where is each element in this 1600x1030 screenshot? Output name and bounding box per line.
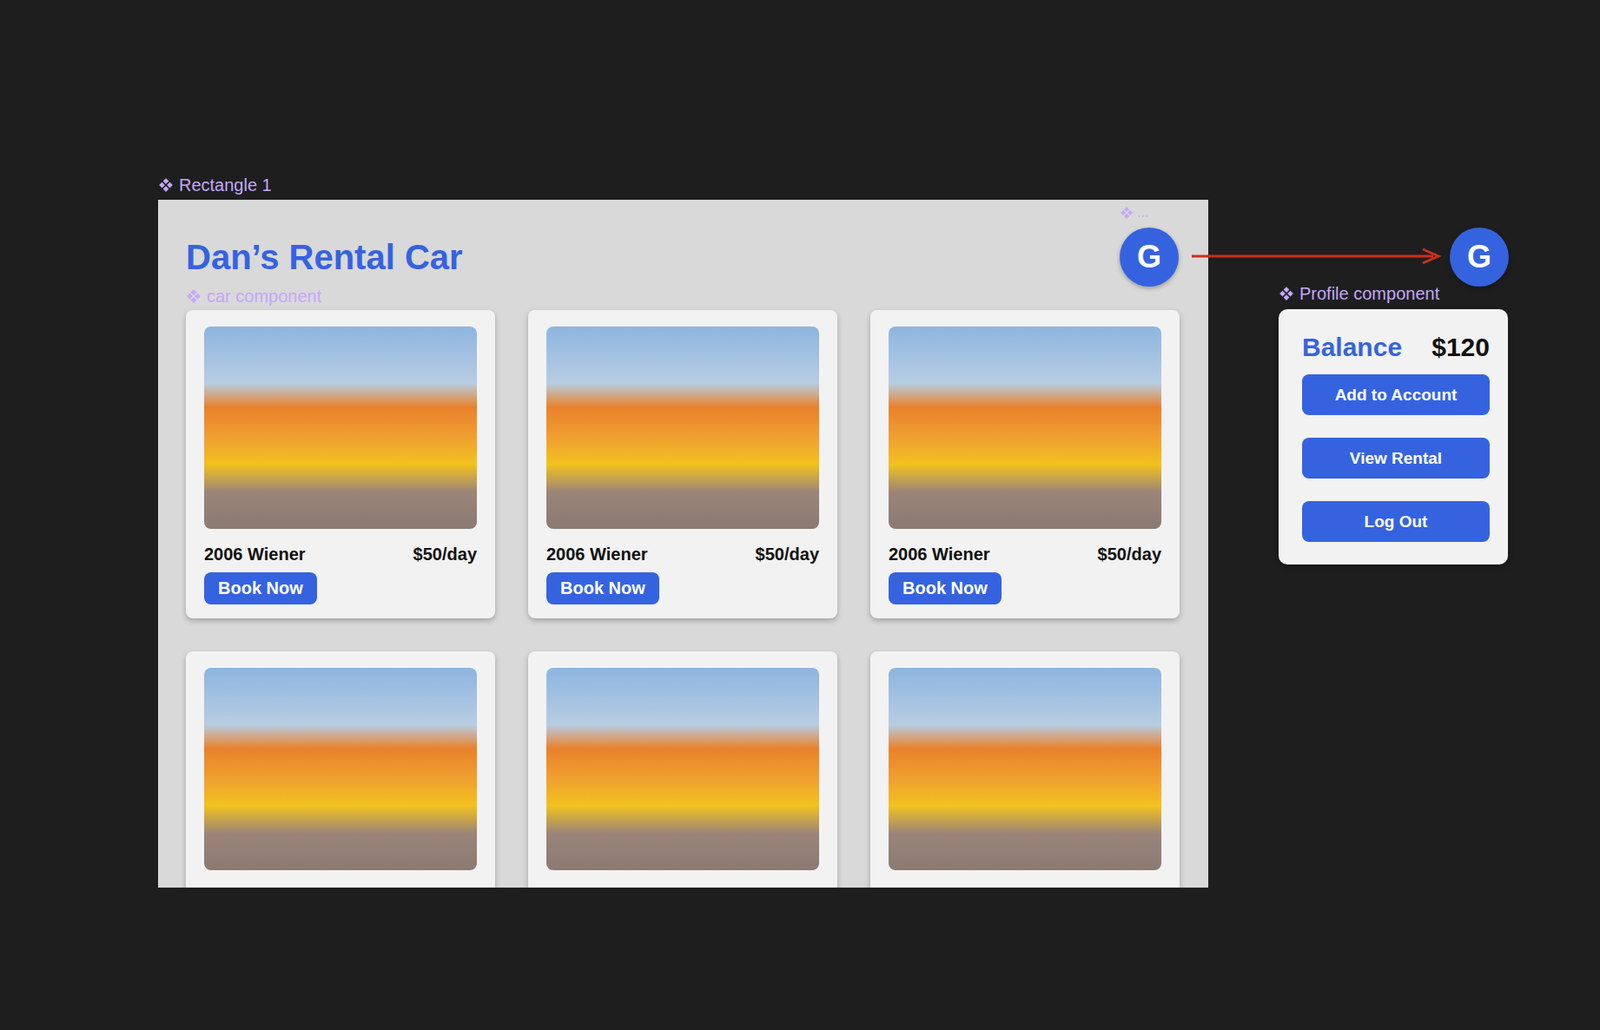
car-price: $50/day: [755, 544, 820, 565]
car-name: 2006 Wiener: [204, 544, 306, 565]
profile-button[interactable]: View Rental: [1302, 437, 1490, 479]
instance-label[interactable]: ...: [1119, 204, 1149, 221]
car-price: $50/day: [1097, 544, 1162, 565]
car-card: 2006 Wiener $50/day Book Now: [870, 310, 1180, 619]
component-label[interactable]: car component: [185, 286, 1179, 306]
car-card: 2006 Wiener $50/day Book Now: [185, 310, 496, 619]
component-icon: [185, 288, 202, 305]
car-photo: [546, 667, 820, 871]
balance-label: Balance: [1302, 332, 1402, 363]
book-button[interactable]: Book Now: [546, 572, 660, 605]
balance-value: $120: [1431, 332, 1490, 363]
app-frame[interactable]: Dan’s Rental Car...Gcar component2006 Wi…: [158, 199, 1209, 888]
profile-button[interactable]: Log Out: [1302, 501, 1490, 543]
avatar-instance: ...G: [1119, 227, 1179, 287]
profile-avatar[interactable]: G: [1449, 227, 1509, 287]
component-label[interactable]: Profile component: [1278, 283, 1440, 305]
car-photo: [888, 326, 1162, 529]
car-name: 2006 Wiener: [888, 544, 991, 565]
car-photo: [546, 326, 820, 529]
connector-arrow: [1191, 247, 1444, 265]
car-card: [528, 651, 838, 888]
profile-avatar[interactable]: G: [1119, 227, 1179, 287]
component-icon: [1278, 285, 1295, 302]
car-photo: [888, 667, 1162, 871]
app-title: Dan’s Rental Car: [185, 236, 463, 278]
balance-row: Balance $120: [1302, 331, 1490, 364]
car-info: 2006 Wiener $50/day: [888, 543, 1162, 565]
design-canvas: Rectangle 1Dan’s Rental Car...Gcar compo…: [0, 0, 1600, 1030]
component-icon: [158, 177, 174, 193]
book-button[interactable]: Book Now: [204, 572, 318, 605]
car-grid: 2006 Wiener $50/day Book Now 2006 Wiener $50…: [185, 310, 1179, 888]
car-photo: [204, 667, 477, 871]
car-card: 2006 Wiener $50/day Book Now: [528, 310, 838, 619]
car-info: 2006 Wiener $50/day: [546, 543, 820, 565]
component-icon: [1119, 205, 1134, 220]
car-info: 2006 Wiener $50/day: [204, 543, 477, 565]
header: Dan’s Rental Car ...G: [185, 227, 1179, 287]
car-name: 2006 Wiener: [546, 544, 648, 565]
book-button[interactable]: Book Now: [888, 572, 1002, 605]
profile-button[interactable]: Add to Account: [1302, 374, 1490, 416]
car-price: $50/day: [413, 544, 477, 565]
profile-panel: Balance $120 Add to Account View Rental Log …: [1278, 309, 1508, 565]
car-card: [185, 651, 496, 888]
car-photo: [204, 326, 477, 529]
car-card: [870, 651, 1180, 888]
frame-label[interactable]: Rectangle 1: [158, 174, 272, 196]
